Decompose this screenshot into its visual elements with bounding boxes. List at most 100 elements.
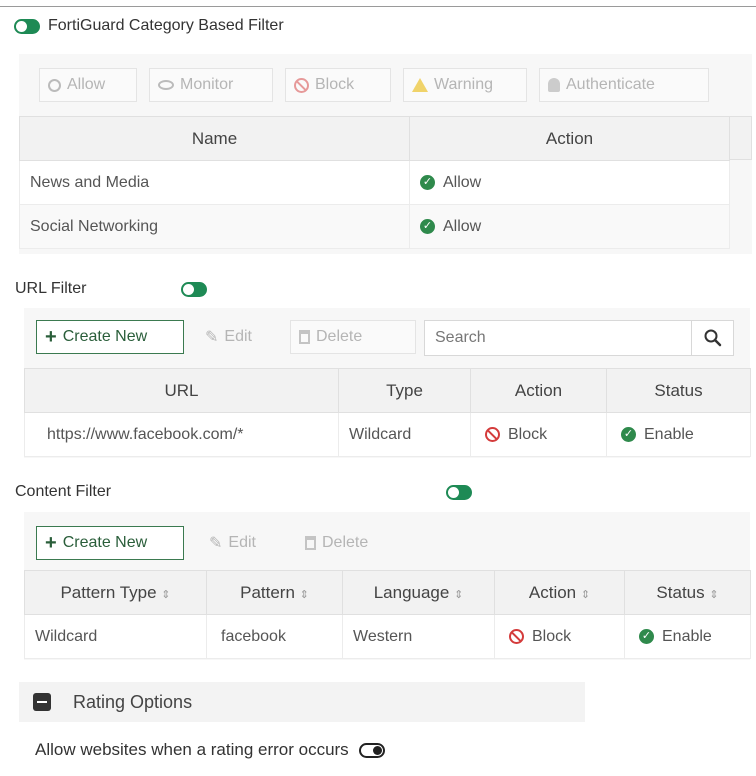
block-icon [509, 628, 524, 644]
rating-options-title: Rating Options [73, 691, 193, 712]
collapse-icon[interactable] [33, 693, 51, 711]
fortiguard-toggle[interactable] [14, 18, 40, 34]
top-divider [0, 6, 756, 7]
pencil-icon: ✎ [209, 535, 223, 552]
fortiguard-title: FortiGuard Category Based Filter [48, 17, 284, 34]
column-header-name[interactable]: Name [19, 116, 410, 161]
pattern-cell: facebook [206, 614, 343, 659]
toggle-knob [183, 284, 194, 295]
warning-button[interactable]: Warning [403, 68, 527, 102]
fortiguard-table: Name Action News and Media ✓ Allow Social… [19, 116, 730, 249]
action-label: Block [532, 627, 572, 645]
rating-options-header[interactable]: Rating Options [19, 682, 585, 722]
search-icon[interactable] [691, 321, 733, 355]
content-filter-title: Content Filter [15, 483, 112, 500]
url-create-new-button[interactable]: + Create New [36, 320, 184, 354]
search-placeholder: Search [435, 329, 486, 346]
column-header-label: Action [528, 582, 577, 602]
column-header-label: Pattern [240, 582, 295, 602]
category-name: Social Networking [19, 204, 410, 249]
column-header-url[interactable]: URL [24, 368, 339, 413]
web-filter-profile: FortiGuard Category Based Filter Allow M… [0, 0, 756, 776]
sort-icon: ⇕ [299, 588, 309, 601]
table-header-row: URL Type Action Status [24, 368, 751, 413]
warning-button-label: Warning [434, 76, 493, 93]
sort-icon: ⇕ [161, 588, 171, 601]
action-cell: Block [494, 614, 625, 659]
table-header-row: Name Action [19, 116, 730, 161]
trash-icon [299, 330, 310, 344]
trash-icon [305, 536, 316, 550]
block-icon [294, 77, 309, 93]
eye-icon [158, 80, 174, 90]
monitor-button[interactable]: Monitor [149, 68, 273, 102]
content-filter-panel: + Create New ✎ Edit Delete Pattern Type … [24, 512, 751, 660]
check-circle-icon [48, 78, 61, 92]
column-header-pattern-type[interactable]: Pattern Type ⇕ [24, 570, 207, 615]
column-header-status[interactable]: Status ⇕ [624, 570, 751, 615]
block-button[interactable]: Block [285, 68, 391, 102]
column-header-action[interactable]: Action [409, 116, 730, 161]
table-row[interactable]: https://www.facebook.com/* Wildcard Bloc… [24, 412, 751, 457]
column-header-action[interactable]: Action ⇕ [494, 570, 625, 615]
url-filter-panel: + Create New ✎ Edit Delete Search URL Ty… [24, 308, 751, 458]
fortiguard-panel: Allow Monitor Block Warning Authenticate… [19, 54, 752, 254]
content-filter-table: Pattern Type ⇕ Pattern ⇕ Language ⇕ Acti… [24, 570, 751, 659]
block-button-label: Block [315, 76, 355, 93]
pencil-icon: ✎ [205, 329, 219, 346]
sort-icon: ⇕ [709, 588, 719, 601]
plus-icon: + [45, 325, 57, 348]
monitor-button-label: Monitor [180, 76, 234, 93]
sort-icon: ⇕ [454, 588, 464, 601]
column-header-label: Pattern Type [60, 582, 157, 602]
status-cell: ✓ Enable [606, 412, 751, 457]
category-action: ✓ Allow [409, 204, 730, 249]
content-filter-toggle[interactable] [446, 485, 472, 500]
table-header-filler [729, 116, 752, 160]
action-label: Allow [443, 173, 482, 191]
warning-icon [412, 78, 428, 92]
type-cell: Wildcard [338, 412, 471, 457]
url-edit-button[interactable]: ✎ Edit [196, 320, 276, 354]
check-circle-icon: ✓ [420, 218, 435, 234]
allow-button[interactable]: Allow [39, 68, 137, 102]
table-row[interactable]: Wildcard facebook Western Block ✓ Enable [24, 614, 751, 659]
block-icon [485, 426, 500, 442]
status-cell: ✓ Enable [624, 614, 751, 659]
action-label: Allow [443, 217, 482, 235]
url-filter-title: URL Filter [15, 280, 87, 297]
authenticate-button[interactable]: Authenticate [539, 68, 709, 102]
fortiguard-header: FortiGuard Category Based Filter [14, 17, 284, 35]
delete-label: Delete [322, 534, 369, 551]
table-row[interactable]: Social Networking ✓ Allow [19, 204, 730, 249]
status-label: Enable [662, 627, 712, 645]
pattern-type-cell: Wildcard [24, 614, 207, 659]
column-header-label: Language [373, 582, 450, 602]
column-header-type[interactable]: Type [338, 368, 471, 413]
status-label: Enable [644, 425, 694, 443]
column-header-label: Status [656, 582, 705, 602]
rating-error-toggle[interactable] [358, 742, 385, 758]
content-create-new-button[interactable]: + Create New [36, 526, 184, 560]
url-cell: https://www.facebook.com/* [24, 412, 339, 457]
category-name: News and Media [19, 160, 410, 205]
column-header-status[interactable]: Status [606, 368, 751, 413]
column-header-action[interactable]: Action [470, 368, 607, 413]
content-delete-button[interactable]: Delete [296, 526, 406, 560]
toggle-knob [448, 487, 459, 498]
rating-error-row: Allow websites when a rating error occur… [35, 740, 385, 760]
toggle-knob [16, 20, 27, 32]
url-search-input[interactable]: Search [424, 320, 734, 356]
url-delete-button[interactable]: Delete [290, 320, 416, 354]
edit-label: Edit [228, 534, 256, 551]
user-icon [548, 78, 560, 92]
content-edit-button[interactable]: ✎ Edit [200, 526, 280, 560]
table-header-row: Pattern Type ⇕ Pattern ⇕ Language ⇕ Acti… [24, 570, 751, 615]
column-header-language[interactable]: Language ⇕ [342, 570, 495, 615]
table-row[interactable]: News and Media ✓ Allow [19, 160, 730, 205]
column-header-pattern[interactable]: Pattern ⇕ [206, 570, 343, 615]
action-label: Block [508, 425, 548, 443]
url-filter-table: URL Type Action Status https://www.faceb… [24, 368, 751, 457]
check-circle-icon: ✓ [621, 426, 636, 442]
url-filter-toggle[interactable] [181, 282, 207, 297]
